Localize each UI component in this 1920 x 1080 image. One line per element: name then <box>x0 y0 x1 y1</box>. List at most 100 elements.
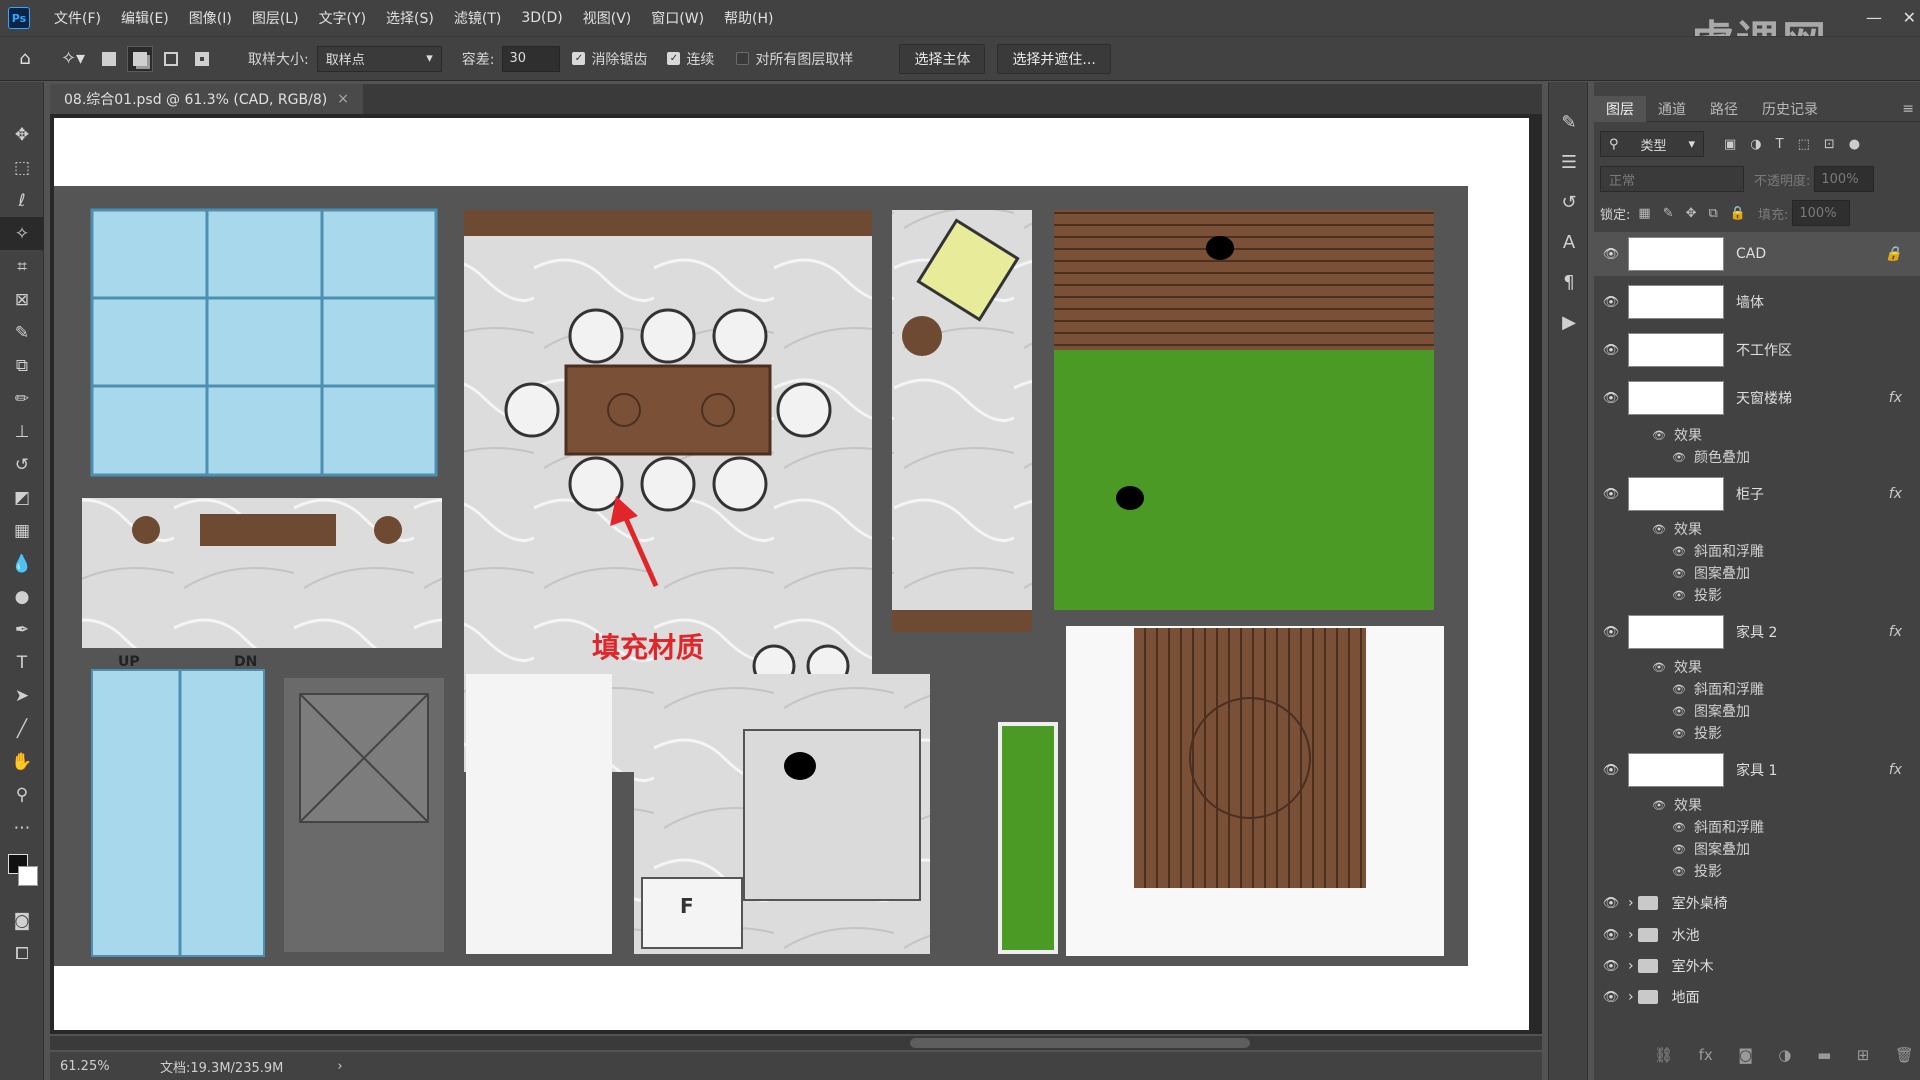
select-and-mask-button[interactable]: 选择并遮住... <box>997 43 1111 74</box>
document-tab[interactable]: 08.综合01.psd @ 61.3% (CAD, RGB/8) × <box>50 84 363 114</box>
tab-layers[interactable]: 图层 <box>1594 95 1646 122</box>
visibility-eye-icon[interactable]: 👁 <box>1672 843 1686 856</box>
menu-file[interactable]: 文件(F) <box>44 8 111 28</box>
canvas-area[interactable]: UP DN F 填充材质 <box>50 114 1542 1034</box>
blur-tool-icon[interactable]: 💧 <box>0 547 44 580</box>
filter-toggle-icon[interactable]: ● <box>1849 137 1860 152</box>
quick-mask-icon[interactable]: ◙ <box>0 904 44 937</box>
visibility-eye-icon[interactable]: 👁 <box>1652 523 1666 536</box>
effect-item[interactable]: 👁 投影 <box>1594 584 1920 606</box>
fill-input[interactable]: 100% <box>1792 200 1851 226</box>
magic-wand-tool-icon[interactable]: ✧ <box>0 217 44 250</box>
new-layer-icon[interactable]: ⊞ <box>1857 1046 1870 1070</box>
paragraph-icon[interactable]: ¶ <box>1549 262 1589 302</box>
crop-tool-icon[interactable]: ⌗ <box>0 250 44 283</box>
chevron-right-icon[interactable]: › <box>1628 958 1634 974</box>
effect-item[interactable]: 👁 投影 <box>1594 860 1920 882</box>
magic-wand-preset-icon[interactable]: ✧▾ <box>50 44 96 74</box>
visibility-eye-icon[interactable]: 👁 <box>1672 821 1686 834</box>
eraser-tool-icon[interactable]: ◩ <box>0 481 44 514</box>
tab-history[interactable]: 历史记录 <box>1750 96 1830 122</box>
layer-mask-icon[interactable]: ◙ <box>1738 1046 1753 1070</box>
history-brush-icon[interactable]: ↺ <box>0 448 44 481</box>
lock-transparent-icon[interactable]: ▦ <box>1638 206 1650 221</box>
effects-row[interactable]: 👁 效果 <box>1594 518 1920 540</box>
visibility-eye-icon[interactable]: 👁 <box>1672 567 1686 580</box>
lock-pixels-icon[interactable]: ✎ <box>1663 206 1674 221</box>
home-icon[interactable]: ⌂ <box>0 44 50 74</box>
visibility-eye-icon[interactable]: 👁 <box>1672 705 1686 718</box>
chevron-right-icon[interactable]: › <box>1628 895 1634 911</box>
group-pool[interactable]: 👁 › 水池 <box>1594 920 1920 950</box>
dodge-tool-icon[interactable]: ● <box>0 580 44 613</box>
menu-type[interactable]: 文字(Y) <box>309 8 376 28</box>
close-icon[interactable]: ✕ <box>1903 8 1916 27</box>
menu-image[interactable]: 图像(I) <box>179 8 242 28</box>
chevron-right-icon[interactable]: › <box>337 1059 342 1074</box>
lock-artboard-icon[interactable]: ⧉ <box>1709 206 1718 221</box>
tab-channels[interactable]: 通道 <box>1646 96 1698 122</box>
visibility-eye-icon[interactable]: 👁 <box>1594 487 1628 502</box>
effect-item[interactable]: 👁 图案叠加 <box>1594 562 1920 584</box>
opacity-input[interactable]: 100% <box>1814 166 1875 192</box>
adjustments-icon[interactable]: ☰ <box>1549 142 1589 182</box>
layer-row-furniture-1[interactable]: 👁 家具 1 fx <box>1594 748 1920 792</box>
visibility-eye-icon[interactable]: 👁 <box>1652 661 1666 674</box>
visibility-eye-icon[interactable]: 👁 <box>1594 990 1628 1005</box>
visibility-eye-icon[interactable]: 👁 <box>1672 683 1686 696</box>
effect-item[interactable]: 👁 斜面和浮雕 <box>1594 540 1920 562</box>
fx-badge[interactable]: fx <box>1889 624 1902 640</box>
layer-filter-dropdown[interactable]: ⚲ 类型 ▾ <box>1600 131 1704 157</box>
effects-row[interactable]: 👁 效果 <box>1594 424 1920 446</box>
effect-item[interactable]: 👁 斜面和浮雕 <box>1594 678 1920 700</box>
menu-edit[interactable]: 编辑(E) <box>111 8 179 28</box>
menu-select[interactable]: 选择(S) <box>376 8 444 28</box>
minimize-icon[interactable]: — <box>1866 8 1882 27</box>
adjustment-filter-icon[interactable]: ◑ <box>1750 137 1761 152</box>
menu-view[interactable]: 视图(V) <box>573 8 642 28</box>
effect-item[interactable]: 👁 图案叠加 <box>1594 838 1920 860</box>
visibility-eye-icon[interactable]: 👁 <box>1652 799 1666 812</box>
adjustment-layer-icon[interactable]: ◑ <box>1778 1046 1791 1070</box>
effects-row[interactable]: 👁 效果 <box>1594 794 1920 816</box>
frame-tool-icon[interactable]: ⊠ <box>0 283 44 316</box>
visibility-eye-icon[interactable]: 👁 <box>1594 959 1628 974</box>
brush-tool-icon[interactable]: ✏ <box>0 382 44 415</box>
contiguous-checkbox[interactable]: ✓ 连续 <box>667 49 714 69</box>
layer-row-cad[interactable]: 👁 CAD 🔒 <box>1594 232 1920 276</box>
visibility-eye-icon[interactable]: 👁 <box>1594 247 1628 262</box>
gradient-tool-icon[interactable]: ▦ <box>0 514 44 547</box>
menu-help[interactable]: 帮助(H) <box>714 8 783 28</box>
visibility-eye-icon[interactable]: 👁 <box>1672 451 1686 464</box>
sample-size-dropdown[interactable]: 取样点 ▾ <box>316 45 442 72</box>
delete-layer-icon[interactable]: 🗑 <box>1895 1046 1914 1070</box>
shape-filter-icon[interactable]: ⬚ <box>1798 137 1810 152</box>
horizontal-scrollbar[interactable] <box>50 1036 1542 1050</box>
menu-layer[interactable]: 图层(L) <box>242 8 309 28</box>
patch-tool-icon[interactable]: ⧉ <box>0 349 44 382</box>
path-select-icon[interactable]: ➤ <box>0 679 44 712</box>
visibility-eye-icon[interactable]: 👁 <box>1652 429 1666 442</box>
link-layers-icon[interactable]: ⛓ <box>1654 1046 1673 1070</box>
visibility-eye-icon[interactable]: 👁 <box>1594 763 1628 778</box>
new-selection-button[interactable] <box>96 46 122 72</box>
visibility-eye-icon[interactable]: 👁 <box>1594 343 1628 358</box>
effect-item[interactable]: 👁 斜面和浮雕 <box>1594 816 1920 838</box>
tab-paths[interactable]: 路径 <box>1698 96 1750 122</box>
brush-settings-icon[interactable]: ✎ <box>1549 102 1589 142</box>
visibility-eye-icon[interactable]: 👁 <box>1594 896 1628 911</box>
layer-row-nonwork[interactable]: 👁 不工作区 <box>1594 328 1920 372</box>
intersect-selection-button[interactable] <box>189 46 215 72</box>
lock-position-icon[interactable]: ✥ <box>1686 206 1697 221</box>
visibility-eye-icon[interactable]: 👁 <box>1594 295 1628 310</box>
line-tool-icon[interactable]: ╱ <box>0 712 44 745</box>
zoom-tool-icon[interactable]: ⚲ <box>0 778 44 811</box>
visibility-eye-icon[interactable]: 👁 <box>1672 545 1686 558</box>
more-tools-icon[interactable]: ⋯ <box>0 811 44 844</box>
zoom-level[interactable]: 61.25% <box>60 1059 150 1074</box>
visibility-eye-icon[interactable]: 👁 <box>1672 589 1686 602</box>
visibility-eye-icon[interactable]: 👁 <box>1672 727 1686 740</box>
new-group-icon[interactable]: ▬ <box>1817 1046 1831 1070</box>
layer-row-skylight-stair[interactable]: 👁 天窗楼梯 fx <box>1594 376 1920 420</box>
stamp-tool-icon[interactable]: ⊥ <box>0 415 44 448</box>
